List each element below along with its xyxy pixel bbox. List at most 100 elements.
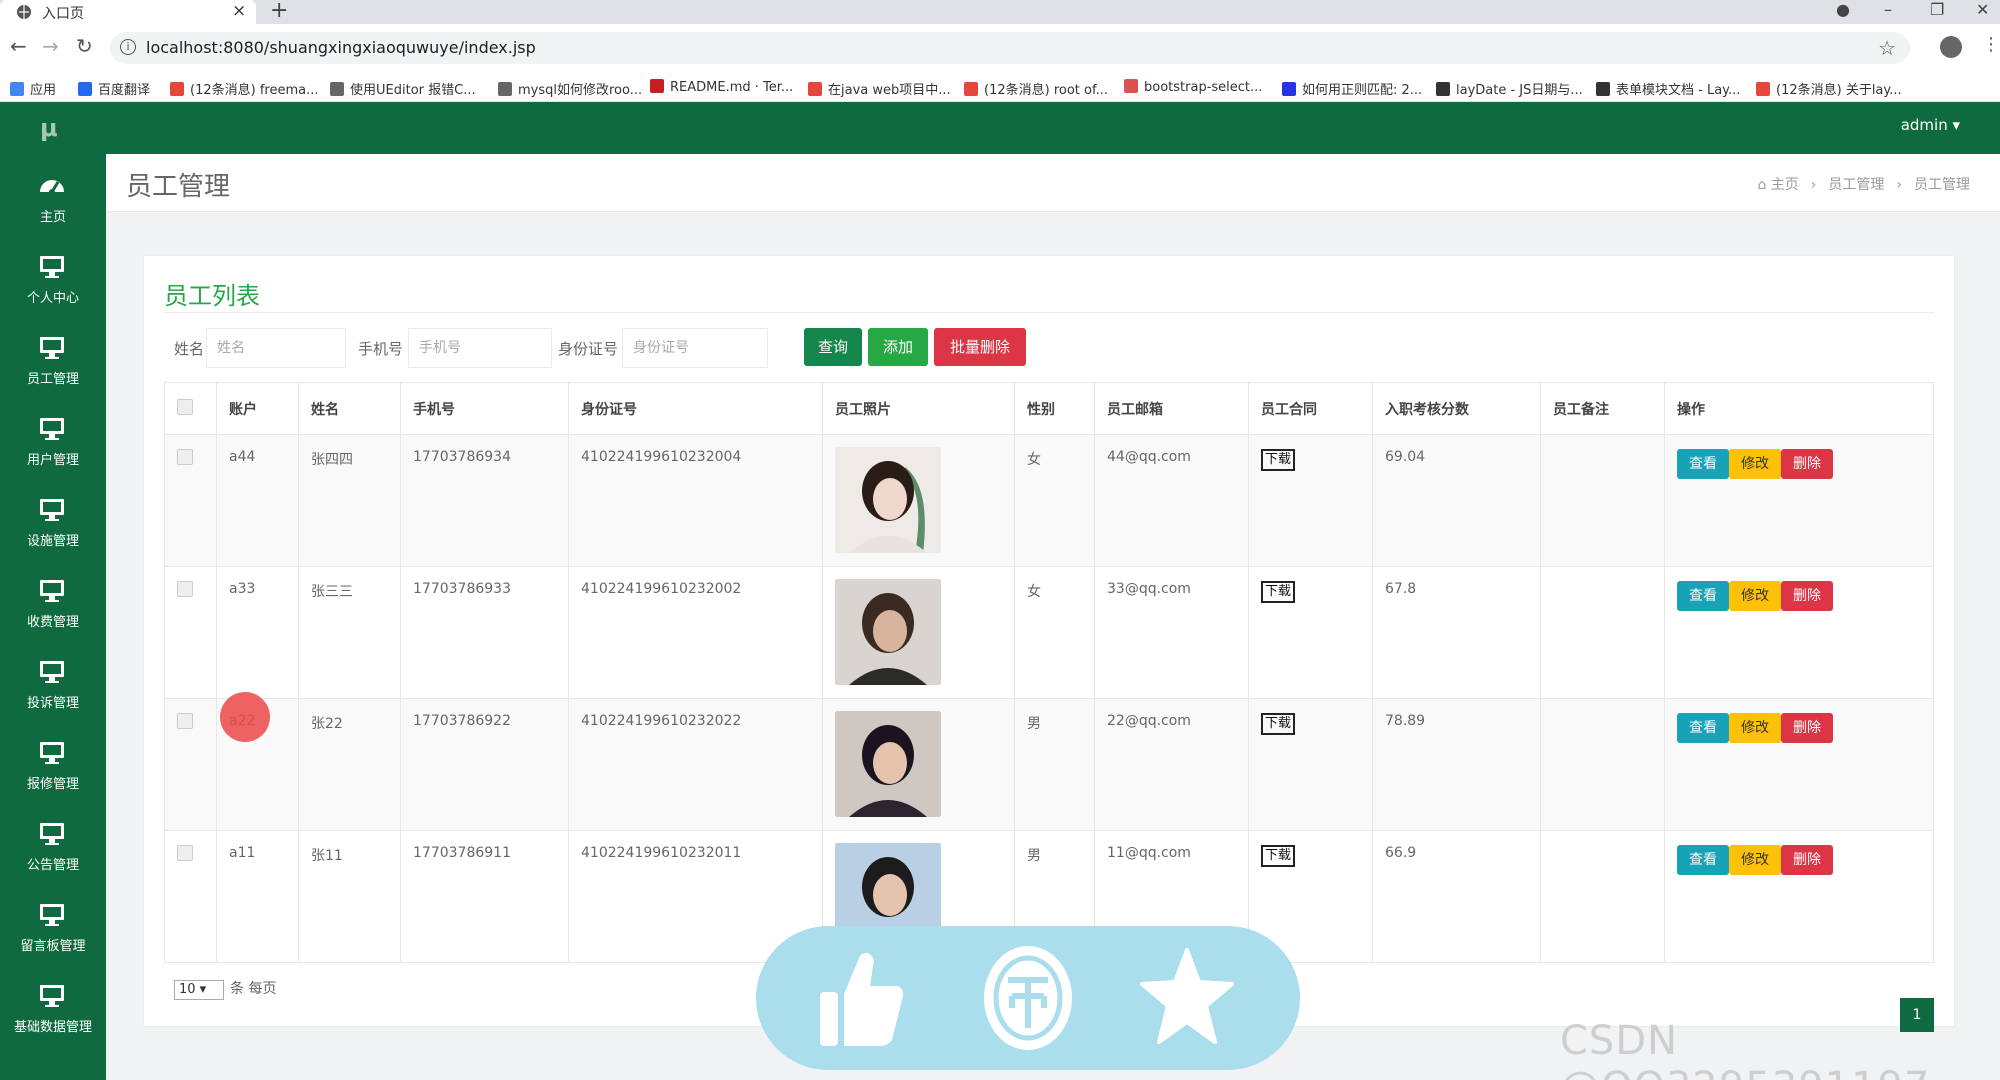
bookmark-item[interactable]: 使用UEditor 报错C...	[330, 79, 476, 98]
delete-button[interactable]: 删除	[1781, 845, 1833, 875]
sidebar-item[interactable]: 报修管理	[0, 731, 106, 811]
query-button[interactable]: 查询	[804, 328, 862, 366]
phone-filter-input[interactable]	[408, 328, 552, 368]
edit-button[interactable]: 修改	[1729, 713, 1781, 743]
bookmark-item[interactable]: bootstrap-select...	[1124, 79, 1262, 95]
info-icon[interactable]: i	[120, 39, 136, 55]
download-contract-link[interactable]: 下载	[1261, 845, 1296, 867]
sidebar-item[interactable]: 留言板管理	[0, 893, 106, 973]
account-avatar-icon[interactable]	[1940, 36, 1962, 58]
close-tab-icon[interactable]: ×	[232, 1, 246, 21]
bookmark-favicon-icon	[1756, 82, 1770, 96]
download-contract-link[interactable]: 下载	[1261, 713, 1296, 735]
cell-account: a33	[216, 566, 299, 699]
download-contract-link[interactable]: 下载	[1261, 449, 1296, 471]
delete-button[interactable]: 删除	[1781, 713, 1833, 743]
monitor-icon	[40, 337, 64, 359]
view-button[interactable]: 查看	[1677, 845, 1729, 875]
cell-score: 78.89	[1372, 698, 1541, 831]
row-checkbox[interactable]	[177, 845, 193, 861]
breadcrumb: ⌂ 主页 › 员工管理 › 员工管理	[1757, 177, 1970, 193]
bookmark-item[interactable]: 表单模块文档 - Lay...	[1596, 79, 1740, 98]
thumbs-up-icon[interactable]	[816, 946, 906, 1050]
edit-button[interactable]: 修改	[1729, 581, 1781, 611]
bookmark-favicon-icon	[170, 82, 184, 96]
edit-button[interactable]: 修改	[1729, 845, 1781, 875]
reload-icon[interactable]: ↻	[76, 34, 93, 58]
browser-tab[interactable]: 入口页 ×	[0, 0, 256, 24]
sidebar-item[interactable]: 用户管理	[0, 407, 106, 487]
select-all-checkbox[interactable]	[177, 398, 193, 415]
idcard-filter-input[interactable]	[622, 328, 768, 368]
cell-idcard: 410224199610232022	[568, 698, 823, 831]
sidebar-item[interactable]: 员工管理	[0, 326, 106, 406]
col-note: 员工备注	[1540, 382, 1665, 435]
cell-note	[1540, 830, 1665, 963]
batch-delete-button[interactable]: 批量删除	[934, 328, 1026, 366]
bookmark-item[interactable]: 应用	[10, 79, 56, 98]
bookmark-item[interactable]: README.md · Ter...	[650, 79, 793, 95]
bookmark-label: 应用	[30, 83, 57, 98]
add-button[interactable]: 添加	[868, 328, 928, 366]
row-checkbox[interactable]	[177, 581, 193, 597]
delete-button[interactable]: 删除	[1781, 449, 1833, 479]
coin-icon[interactable]	[982, 944, 1074, 1052]
bookmark-favicon-icon	[1124, 79, 1138, 93]
bookmark-favicon-icon	[330, 82, 344, 96]
sidebar-item[interactable]: 主页	[0, 164, 106, 244]
bookmark-item[interactable]: mysql如何修改roo...	[498, 79, 642, 98]
download-contract-link[interactable]: 下载	[1261, 581, 1296, 603]
cell-gender: 女	[1014, 434, 1095, 567]
view-button[interactable]: 查看	[1677, 581, 1729, 611]
user-menu[interactable]: admin ▾	[1901, 116, 1960, 134]
sidebar-item[interactable]: 投诉管理	[0, 650, 106, 730]
cell-name: 张11	[298, 830, 401, 963]
sidebar-item[interactable]: 设施管理	[0, 488, 106, 568]
view-button[interactable]: 查看	[1677, 713, 1729, 743]
back-icon[interactable]: ←	[10, 34, 27, 58]
cell-phone: 17703786934	[400, 434, 569, 567]
bookmark-item[interactable]: layDate - JS日期与...	[1436, 79, 1583, 98]
page-size-select[interactable]: 10 ▾	[174, 980, 224, 1000]
breadcrumb-section[interactable]: 员工管理	[1828, 177, 1884, 193]
phone-filter-label: 手机号	[358, 340, 404, 358]
monitor-icon	[40, 904, 64, 926]
name-filter-input[interactable]	[206, 328, 346, 368]
restore-icon[interactable]: ❐	[1930, 0, 1944, 19]
bookmark-favicon-icon	[498, 82, 512, 96]
sidebar-item[interactable]: 个人中心	[0, 245, 106, 325]
bookmark-item[interactable]: 如何用正则匹配: 2...	[1282, 79, 1422, 98]
bookmark-favicon-icon	[650, 79, 664, 93]
view-button[interactable]: 查看	[1677, 449, 1729, 479]
monitor-icon	[40, 499, 64, 521]
star-icon[interactable]	[1140, 946, 1234, 1046]
globe-icon	[17, 5, 31, 19]
delete-button[interactable]: 删除	[1781, 581, 1833, 611]
row-checkbox[interactable]	[177, 713, 193, 729]
sidebar-item[interactable]: 基础数据管理	[0, 974, 106, 1054]
profile-menu-icon[interactable]: ●	[1836, 0, 1850, 19]
row-checkbox[interactable]	[177, 449, 193, 465]
bookmark-item[interactable]: 百度翻译	[78, 79, 150, 98]
edit-button[interactable]: 修改	[1729, 449, 1781, 479]
breadcrumb-home[interactable]: 主页	[1771, 177, 1799, 193]
bookmark-item[interactable]: 在java web项目中...	[808, 79, 951, 98]
divider	[164, 312, 1934, 313]
employee-photo	[835, 711, 941, 817]
bookmark-item[interactable]: (12条消息) 关于lay...	[1756, 79, 1902, 98]
url-field[interactable]: i localhost:8080/shuangxingxiaoquwuye/in…	[110, 32, 1910, 64]
forward-icon[interactable]: →	[42, 34, 59, 58]
minimize-icon[interactable]: –	[1884, 0, 1892, 19]
browser-menu-icon[interactable]: ⋮	[1982, 34, 2000, 55]
sidebar-item-label: 公告管理	[26, 858, 79, 873]
bookmark-star-icon[interactable]: ☆	[1878, 36, 1896, 60]
sidebar-item[interactable]: 收费管理	[0, 569, 106, 649]
close-window-icon[interactable]: ✕	[1976, 0, 1989, 19]
cell-phone: 17703786911	[400, 830, 569, 963]
new-tab-button[interactable]: +	[270, 0, 288, 23]
monitor-icon	[40, 823, 64, 845]
bookmark-item[interactable]: (12条消息) root of...	[964, 79, 1108, 98]
cell-name: 张22	[298, 698, 401, 831]
sidebar-item[interactable]: 公告管理	[0, 812, 106, 892]
bookmark-item[interactable]: (12条消息) freema...	[170, 79, 318, 98]
